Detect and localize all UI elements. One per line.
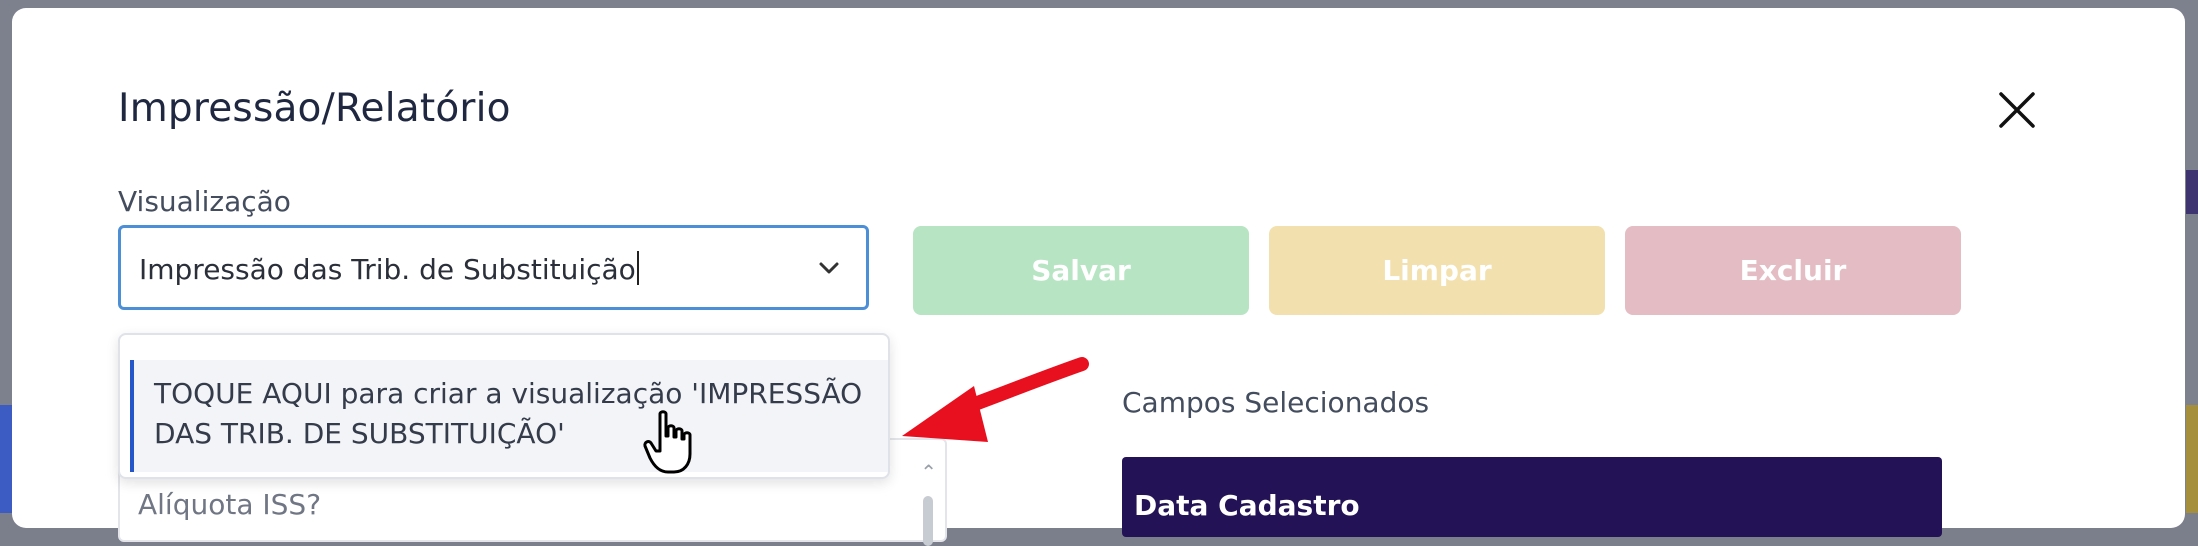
list-item[interactable]: Alíquota ISS? [138,488,321,521]
selected-field-item[interactable]: Data Cadastro [1122,457,1942,537]
selected-fields-label: Campos Selecionados [1122,386,1430,419]
hand-pointer-icon [642,410,698,480]
print-report-modal: Impressão/Relatório Visualização Impress… [12,8,2185,546]
modal-title: Impressão/Relatório [118,86,511,131]
red-arrow-icon [892,356,1092,480]
scrollbar-thumb[interactable] [923,496,933,546]
delete-button[interactable]: Excluir [1625,226,1961,315]
create-visualization-option-label: TOQUE AQUI para criar a visualização 'IM… [154,377,863,450]
save-button[interactable]: Salvar [913,226,1249,315]
close-button[interactable] [1997,90,2047,140]
background-panel-edge [2186,170,2198,214]
visualization-dropdown: TOQUE AQUI para criar a visualização 'IM… [118,333,890,479]
chevron-down-icon[interactable] [818,260,840,279]
close-icon[interactable] [1997,90,2037,130]
visualization-select[interactable]: Impressão das Trib. de Substituição [118,225,869,310]
selected-field-label: Data Cadastro [1134,489,1360,522]
visualization-label: Visualização [118,185,291,218]
create-visualization-option[interactable]: TOQUE AQUI para criar a visualização 'IM… [130,360,888,472]
clear-button[interactable]: Limpar [1269,226,1605,315]
background-panel-edge [2186,405,2198,513]
text-caret [636,251,639,285]
visualization-input-value[interactable]: Impressão das Trib. de Substituição [139,251,639,286]
